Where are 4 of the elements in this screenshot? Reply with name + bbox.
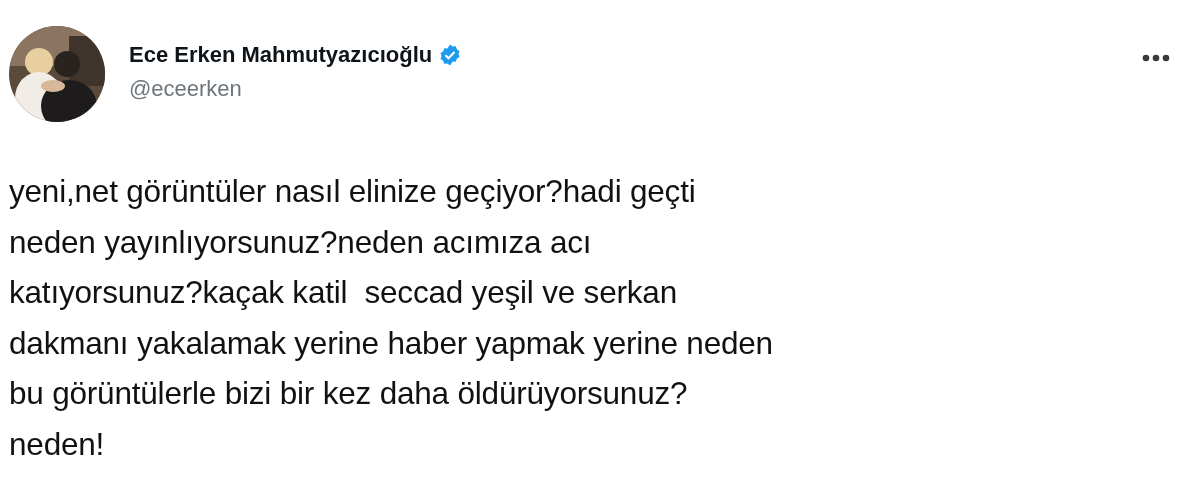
author-name[interactable]: Ece Erken Mahmutyazıcıoğlu — [129, 42, 433, 68]
author-handle[interactable]: @eceerken — [129, 76, 463, 102]
tweet-text: yeni,net görüntüler nasıl elinize geçiyor?hadi geçti neden yayınlıyorsunuz?neden acımıza acı katıyorsunuz?kaçak katil seccad yeşil ve serkan dakmanı yakalamak yerine haber yapmak yerine neden bu görüntülerle bizi bir kez daha öldürüyorsunuz? neden! — [9, 172, 774, 464]
more-icon[interactable] — [1142, 54, 1170, 62]
